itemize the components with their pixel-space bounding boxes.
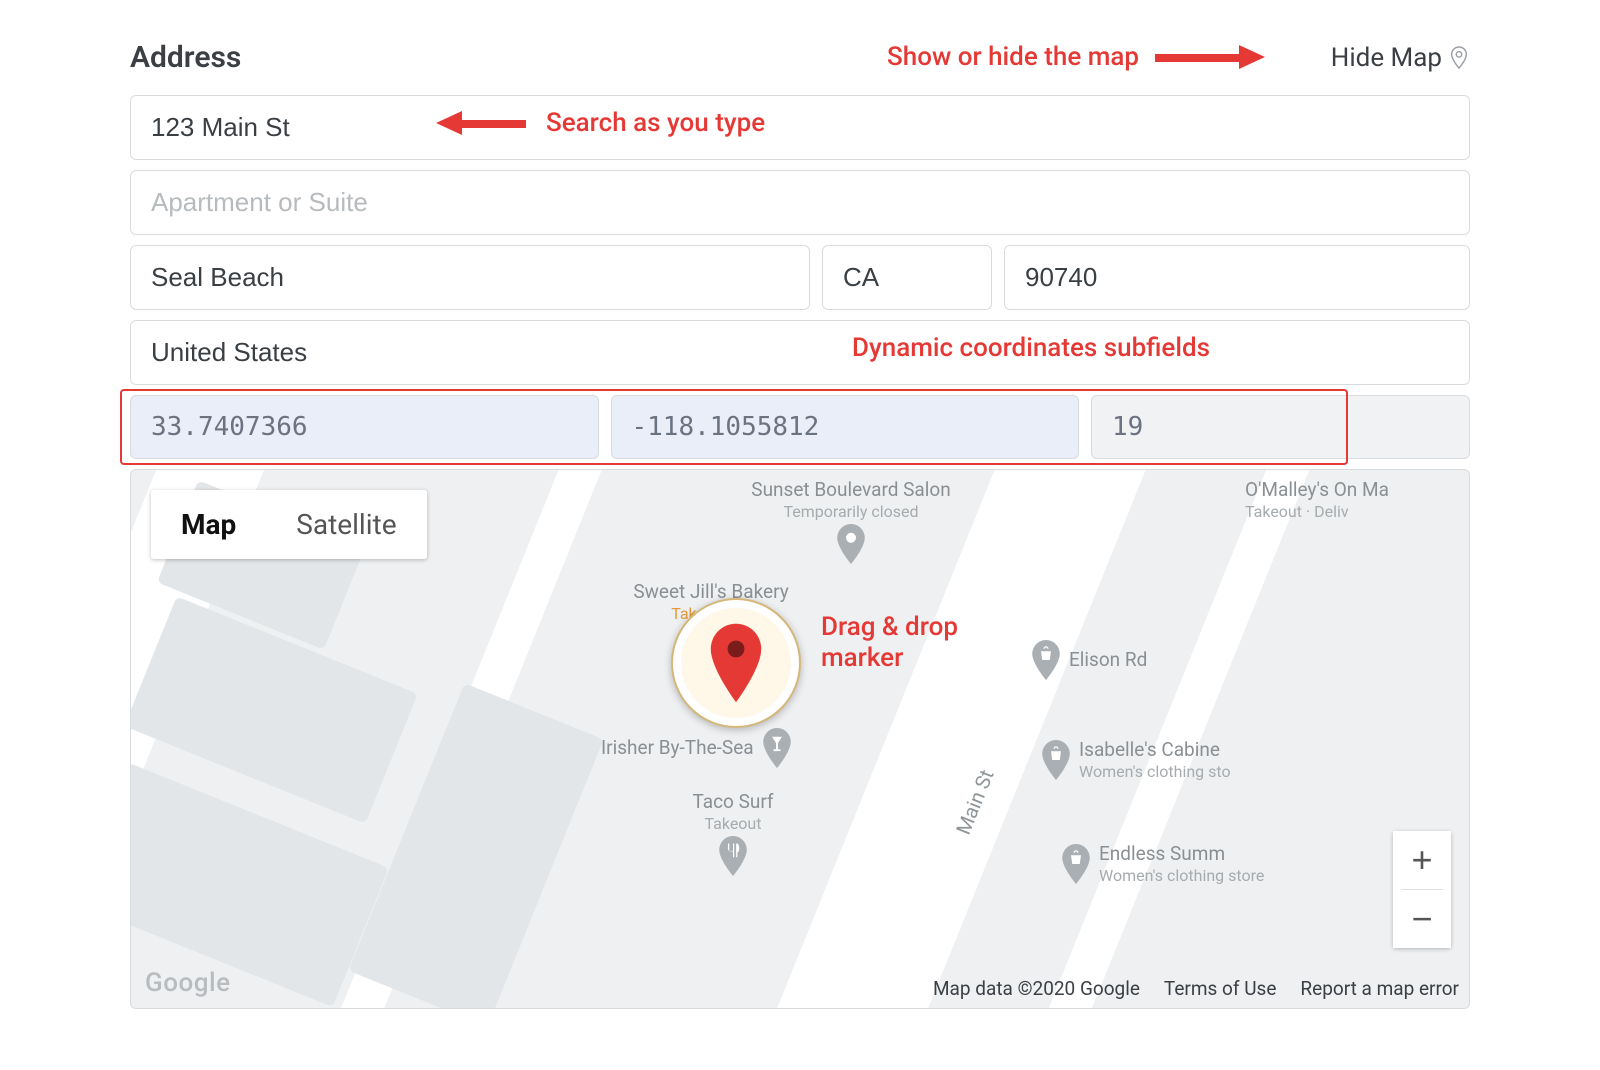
form-header: Address Show or hide the map Hide Map bbox=[130, 40, 1470, 85]
poi-sub: Takeout · Deliv bbox=[1245, 502, 1470, 522]
location-pin-icon bbox=[1448, 45, 1470, 71]
map-type-switch: Map Satellite bbox=[151, 490, 427, 559]
annotation-search-text: Search as you type bbox=[546, 108, 765, 138]
poi-name: Sunset Boulevard Salon bbox=[701, 478, 1001, 502]
street-input[interactable] bbox=[130, 95, 1470, 160]
zoom-in-button[interactable]: + bbox=[1393, 831, 1451, 889]
map-type-map[interactable]: Map bbox=[151, 490, 266, 559]
poi-name: Taco Surf bbox=[653, 790, 813, 814]
poi-name: Endless Summ bbox=[1099, 842, 1264, 866]
map-type-satellite[interactable]: Satellite bbox=[266, 490, 426, 559]
poi-name: Elison Rd bbox=[1069, 648, 1147, 672]
hide-map-toggle[interactable]: Hide Map bbox=[1331, 43, 1470, 73]
poi-name: Sweet Jill's Bakery bbox=[591, 580, 831, 604]
street-row: Search as you type bbox=[130, 85, 1470, 160]
city-input[interactable] bbox=[130, 245, 810, 310]
poi-taco: Taco Surf Takeout bbox=[653, 790, 813, 876]
poi-sub: Takeout bbox=[653, 814, 813, 834]
bar-pin-icon bbox=[762, 728, 792, 768]
poi-sub: Women's clothing store bbox=[1099, 866, 1264, 886]
poi-name: Irisher By-The-Sea bbox=[601, 736, 754, 760]
poi-text: Endless Summ Women's clothing store bbox=[1099, 842, 1264, 886]
poi-omalley: O'Malley's On Ma Takeout · Deliv bbox=[1245, 478, 1470, 522]
zoom-controls: + − bbox=[1393, 831, 1451, 948]
restaurant-pin-icon bbox=[718, 836, 748, 876]
annotation-show-hide: Show or hide the map bbox=[887, 42, 1265, 72]
poi-irisher: Irisher By-The-Sea bbox=[601, 728, 792, 768]
address-form: Address Show or hide the map Hide Map Se… bbox=[130, 40, 1470, 1009]
state-input[interactable] bbox=[822, 245, 992, 310]
google-logo: Google bbox=[145, 968, 231, 998]
salon-pin-icon bbox=[836, 524, 866, 564]
poi-sub: Temporarily closed bbox=[701, 502, 1001, 522]
report-error-link[interactable]: Report a map error bbox=[1300, 977, 1459, 1000]
map-viewport[interactable]: Main St Sunset Boulevard Salon Temporari… bbox=[130, 469, 1470, 1009]
shop-pin-icon bbox=[1061, 844, 1091, 884]
latitude-field bbox=[130, 395, 599, 459]
annotation-marker-line1: Drag & drop bbox=[821, 612, 958, 643]
zoom-out-button[interactable]: − bbox=[1393, 890, 1451, 948]
coords-row bbox=[130, 395, 1470, 459]
map-marker[interactable] bbox=[671, 598, 801, 728]
shop-pin-icon bbox=[1031, 640, 1061, 680]
poi-elison: Elison Rd bbox=[1031, 640, 1147, 680]
poi-name: O'Malley's On Ma bbox=[1245, 478, 1470, 502]
map-attribution: Map data ©2020 Google Terms of Use Repor… bbox=[933, 977, 1459, 1000]
poi-endless: Endless Summ Women's clothing store bbox=[1061, 842, 1264, 886]
poi-isabelle: Isabelle's Cabine Women's clothing sto bbox=[1041, 738, 1231, 782]
country-input[interactable] bbox=[130, 320, 1470, 385]
map-data-label: Map data ©2020 Google bbox=[933, 977, 1140, 1000]
hide-map-label: Hide Map bbox=[1331, 43, 1442, 73]
annotation-show-hide-text: Show or hide the map bbox=[887, 42, 1139, 72]
page-title: Address bbox=[130, 40, 241, 75]
arrow-left-icon bbox=[436, 111, 526, 135]
annotation-search: Search as you type bbox=[436, 108, 765, 138]
zip-input[interactable] bbox=[1004, 245, 1470, 310]
zoom-level-field bbox=[1091, 395, 1470, 459]
poi-sunset: Sunset Boulevard Salon Temporarily close… bbox=[701, 478, 1001, 564]
poi-name: Isabelle's Cabine bbox=[1079, 738, 1231, 762]
poi-sub: Women's clothing sto bbox=[1079, 762, 1231, 782]
annotation-marker: Drag & drop marker bbox=[821, 612, 958, 674]
apt-input[interactable] bbox=[130, 170, 1470, 235]
country-row: Dynamic coordinates subfields bbox=[130, 310, 1470, 385]
annotation-marker-line2: marker bbox=[821, 643, 958, 674]
marker-pin-icon bbox=[708, 623, 764, 703]
city-state-zip-row bbox=[130, 245, 1470, 310]
shop-pin-icon bbox=[1041, 740, 1071, 780]
longitude-field bbox=[611, 395, 1080, 459]
annotation-coords: Dynamic coordinates subfields bbox=[852, 333, 1210, 363]
arrow-right-icon bbox=[1155, 45, 1265, 69]
poi-text: Isabelle's Cabine Women's clothing sto bbox=[1079, 738, 1231, 782]
terms-link[interactable]: Terms of Use bbox=[1164, 977, 1276, 1000]
